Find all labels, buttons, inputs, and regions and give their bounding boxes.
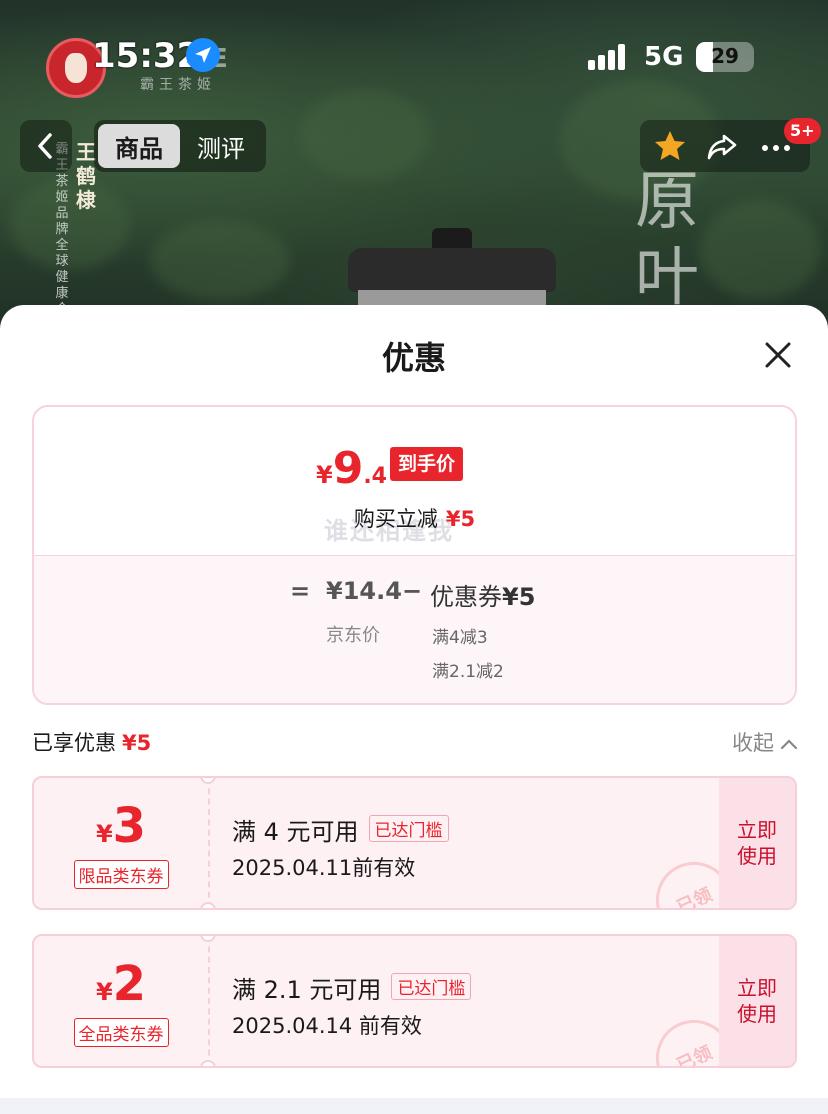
back-button[interactable] (20, 120, 72, 172)
discount-sheet: 优惠 ¥9.4 到手价 谁还相逢我 购买立减 ¥5 = ¥14.4 − 优惠券¥5… (0, 305, 828, 1114)
final-price-currency: ¥ (316, 461, 333, 489)
final-price-tag: 到手价 (390, 447, 464, 481)
jd-price-label: 京东价 (326, 625, 380, 646)
coupon-condition-text: 满 4 元可用 (232, 818, 359, 846)
coupon-rule: 满4减3 (432, 628, 488, 648)
location-arrow-icon (186, 38, 220, 72)
signal-icon (588, 44, 632, 70)
coupon-currency: ¥ (95, 977, 113, 1006)
sheet-title: 优惠 (381, 339, 446, 377)
enjoyed-amount: ¥5 (122, 731, 152, 755)
tab-review[interactable]: 测评 (180, 124, 262, 168)
final-price-integer: 9 (332, 443, 364, 494)
coupon-value: ¥2 (96, 956, 146, 1012)
vertical-headline: 原叶 (635, 165, 699, 315)
clock: 15:32 (92, 36, 201, 76)
collapse-button[interactable]: 收起 (732, 727, 798, 757)
coupon-currency: ¥ (95, 819, 113, 848)
jd-price: ¥14.4 (326, 577, 402, 605)
coupon-ticket: ¥3 限品类东券 满 4 元可用 已达门槛 2025.04.11前有效 已领 立即… (32, 776, 797, 910)
coupon-amount: 3 (112, 797, 147, 854)
product-tabs: 商品 测评 (94, 120, 266, 172)
price-breakdown-card: ¥9.4 到手价 谁还相逢我 购买立减 ¥5 = ¥14.4 − 优惠券¥5 京东… (32, 405, 797, 705)
brand-subtitle: 霸王茶姬 (140, 77, 216, 93)
coupon-scope: 全品类东券 (73, 1017, 169, 1047)
instant-discount-label: 购买立减 (353, 507, 438, 531)
use-now-button[interactable]: 立即使用 (719, 936, 795, 1066)
threshold-reached-badge: 已达门槛 (368, 815, 449, 842)
coupon-condition: 满 4 元可用 已达门槛 (232, 812, 449, 847)
formula-equals: = (290, 577, 311, 605)
share-icon[interactable] (704, 128, 740, 164)
coupon-value: ¥3 (96, 798, 146, 854)
coupon-stub: ¥3 限品类东券 (34, 778, 208, 908)
coupon-condition-text: 满 2.1 元可用 (232, 976, 382, 1004)
battery-icon: 29 (696, 42, 754, 72)
coupon-amount: 2 (112, 955, 147, 1012)
collapse-label: 收起 (732, 731, 774, 755)
chevron-up-icon (780, 739, 798, 750)
notification-badge: 5+ (784, 118, 821, 144)
enjoyed-label: 已享优惠 (32, 731, 116, 755)
formula-minus: − (402, 577, 423, 605)
coupon-scope: 限品类东券 (73, 859, 169, 889)
status-bar: E 霸王茶姬 15:32 5G 29 (0, 0, 828, 110)
favorite-star-icon[interactable] (652, 128, 688, 164)
coupon-ticket: ¥2 全品类东券 满 2.1 元可用 已达门槛 2025.04.14 前有效 已领… (32, 934, 797, 1068)
network-type: 5G (644, 42, 684, 72)
final-price: ¥9.4 (316, 443, 387, 494)
coupon-rule: 满2.1减2 (432, 662, 504, 682)
enjoyed-discount: 已享优惠 ¥5 (32, 727, 151, 757)
coupon-amount: ¥5 (502, 583, 536, 611)
close-icon[interactable] (758, 335, 798, 375)
battery-percent: 29 (711, 44, 739, 68)
coupon-validity: 2025.04.11前有效 (232, 856, 416, 880)
coupon-label: 优惠券 (430, 583, 502, 611)
instant-discount: 购买立减 ¥5 (34, 503, 795, 533)
use-now-button[interactable]: 立即使用 (719, 778, 795, 908)
final-price-decimal: .4 (363, 464, 387, 489)
coupon-condition: 满 2.1 元可用 已达门槛 (232, 970, 472, 1005)
tab-product[interactable]: 商品 (98, 124, 180, 168)
coupon-stub: ¥2 全品类东券 (34, 936, 208, 1066)
chevron-left-icon (38, 133, 52, 159)
formula-coupon: 优惠券¥5 (430, 577, 535, 612)
instant-discount-amount: ¥5 (445, 507, 476, 531)
bottom-strip (0, 1098, 828, 1114)
coupon-validity: 2025.04.14 前有效 (232, 1014, 422, 1038)
threshold-reached-badge: 已达门槛 (391, 973, 472, 1000)
